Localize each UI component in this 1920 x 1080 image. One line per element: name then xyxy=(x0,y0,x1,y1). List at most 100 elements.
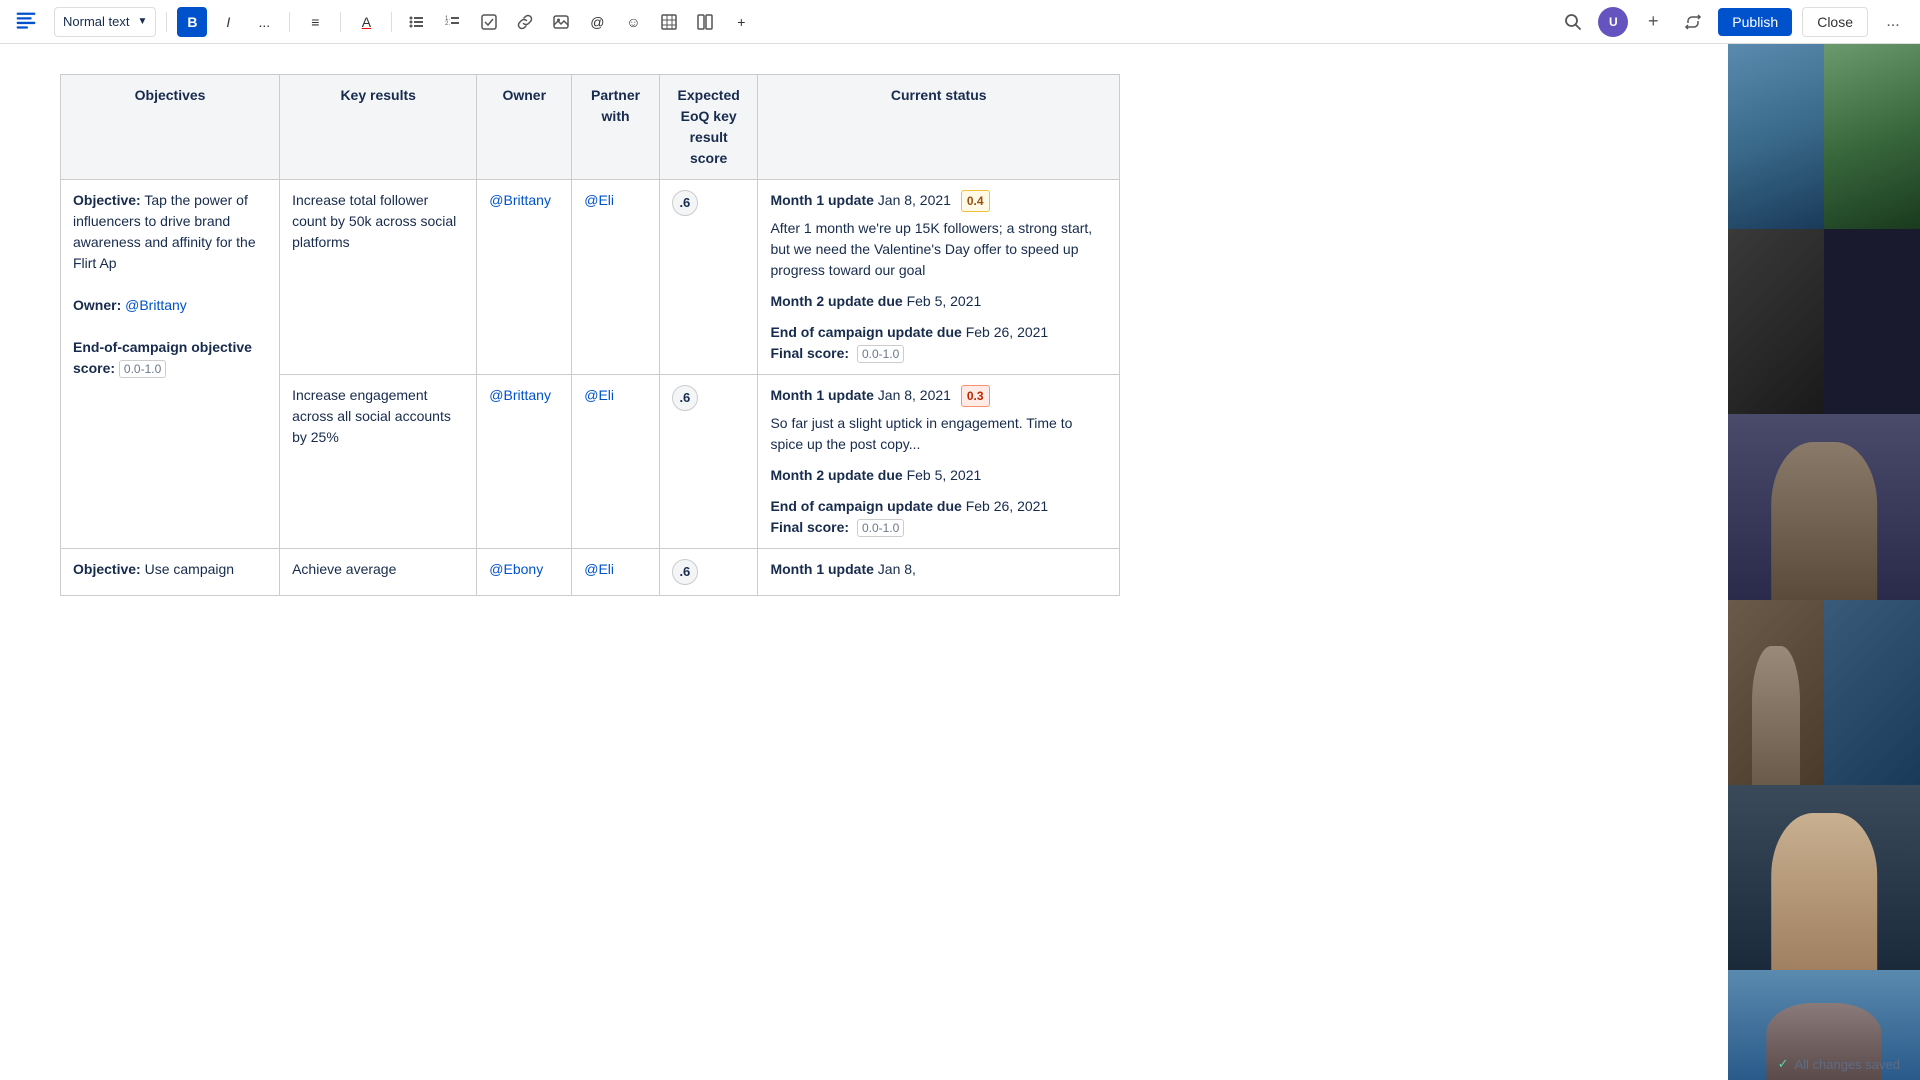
objective-label: Objective: xyxy=(73,192,141,208)
kr2-m1-date: Jan 8, 2021 xyxy=(878,387,951,403)
search-button[interactable] xyxy=(1558,7,1588,37)
insert-button[interactable]: + xyxy=(726,7,756,37)
align-button[interactable]: ≡ xyxy=(300,7,330,37)
video-cell-4-large[interactable] xyxy=(1728,414,1920,599)
kr2-final-score: Final score: 0.0-1.0 xyxy=(770,517,1107,538)
kr1-cell: Increase total follower count by 50k acr… xyxy=(280,180,477,375)
kr2-m1-label: Month 1 update xyxy=(770,387,873,403)
kr1-status: Month 1 update Jan 8, 2021 0.4 After 1 m… xyxy=(758,180,1120,375)
status-bar: ✓ All changes saved xyxy=(1758,1048,1920,1080)
kr3-expected-score: .6 xyxy=(672,559,698,585)
kr2-m1-score: 0.3 xyxy=(961,385,990,407)
kr1-final-score: Final score: 0.0-1.0 xyxy=(770,343,1107,364)
kr1-partner-mention[interactable]: @Eli xyxy=(584,192,614,208)
kr3-m1-label: Month 1 update xyxy=(770,561,873,577)
checkbox-button[interactable] xyxy=(474,7,504,37)
kr3-partner-mention[interactable]: @Eli xyxy=(584,561,614,577)
objective-cell-1: Objective: Tap the power of influencers … xyxy=(61,180,280,549)
owner-label: Owner: xyxy=(73,297,121,313)
objective-cell-2: Objective: Use campaign xyxy=(61,549,280,596)
kr1-final-score-value: 0.0-1.0 xyxy=(857,345,904,363)
bold-button[interactable]: B xyxy=(177,7,207,37)
kr1-m1-body: After 1 month we're up 15K followers; a … xyxy=(770,218,1107,281)
separator xyxy=(340,12,341,32)
link-button[interactable] xyxy=(510,7,540,37)
kr1-partner: @Eli xyxy=(572,180,660,375)
header-owner: Owner xyxy=(477,75,572,180)
text-style-dropdown[interactable]: Normal text ▼ xyxy=(54,7,156,37)
mention-button[interactable]: @ xyxy=(582,7,612,37)
kr3-m1-date: Jan 8, xyxy=(878,561,916,577)
toolbar-right: U + Publish Close ... xyxy=(1558,7,1908,37)
kr3-partner: @Eli xyxy=(572,549,660,596)
close-button[interactable]: Close xyxy=(1802,7,1868,37)
kr2-m2-label: Month 2 update due Feb 5, 2021 xyxy=(770,465,1107,486)
owner-mention[interactable]: @Brittany xyxy=(125,297,187,313)
kr3-status: Month 1 update Jan 8, xyxy=(758,549,1120,596)
numbered-list-button[interactable]: 1.2. xyxy=(438,7,468,37)
objective-2-text: Use campaign xyxy=(145,561,235,577)
table-button[interactable] xyxy=(654,7,684,37)
separator xyxy=(391,12,392,32)
kr2-status: Month 1 update Jan 8, 2021 0.3 So far ju… xyxy=(758,375,1120,549)
header-objectives: Objectives xyxy=(61,75,280,180)
editor-area[interactable]: Objectives Key results Owner Partner wit… xyxy=(0,44,1728,1080)
user-avatar[interactable]: U xyxy=(1598,7,1628,37)
app-logo xyxy=(12,8,40,36)
share-button[interactable] xyxy=(1678,7,1708,37)
publish-button[interactable]: Publish xyxy=(1718,8,1792,36)
video-cell-3[interactable] xyxy=(1728,229,1824,414)
add-button[interactable]: + xyxy=(1638,7,1668,37)
status-text: All changes saved xyxy=(1794,1057,1900,1072)
kr1-m1-date: Jan 8, 2021 xyxy=(878,192,951,208)
kr2-owner: @Brittany xyxy=(477,375,572,549)
table-row: Objective: Tap the power of influencers … xyxy=(61,180,1120,375)
kr2-cell: Increase engagement across all social ac… xyxy=(280,375,477,549)
objective-2-label: Objective: xyxy=(73,561,141,577)
kr2-partner-mention[interactable]: @Eli xyxy=(584,387,614,403)
video-panel xyxy=(1728,44,1920,1080)
kr1-m1-score: 0.4 xyxy=(961,190,990,212)
kr1-eoc-label: End of campaign update due Feb 26, 2021 xyxy=(770,322,1107,343)
kr1-expected-score: .6 xyxy=(672,190,698,216)
image-button[interactable] xyxy=(546,7,576,37)
color-button[interactable]: A xyxy=(351,7,381,37)
kr1-owner: @Brittany xyxy=(477,180,572,375)
bullet-list-button[interactable] xyxy=(402,7,432,37)
separator xyxy=(166,12,167,32)
kr2-m1-body: So far just a slight uptick in engagemen… xyxy=(770,413,1107,455)
kr1-m2-label: Month 2 update due Feb 5, 2021 xyxy=(770,291,1107,312)
check-icon: ✓ xyxy=(1778,1056,1789,1072)
more-options-button[interactable]: ... xyxy=(1878,7,1908,37)
header-status: Current status xyxy=(758,75,1120,180)
video-cell-1[interactable] xyxy=(1728,44,1824,229)
kr2-eoc-label: End of campaign update due Feb 26, 2021 xyxy=(770,496,1107,517)
kr2-owner-mention[interactable]: @Brittany xyxy=(489,387,551,403)
video-cell-2[interactable] xyxy=(1824,44,1920,229)
layout-button[interactable] xyxy=(690,7,720,37)
emoji-button[interactable]: ☺ xyxy=(618,7,648,37)
separator xyxy=(289,12,290,32)
kr3-owner-mention[interactable]: @Ebony xyxy=(489,561,543,577)
header-keyresults: Key results xyxy=(280,75,477,180)
table-row: Objective: Use campaign Achieve average … xyxy=(61,549,1120,596)
kr2-final-score-value: 0.0-1.0 xyxy=(857,519,904,537)
okr-table: Objectives Key results Owner Partner wit… xyxy=(60,74,1120,596)
video-cell-6[interactable] xyxy=(1824,600,1920,785)
chevron-down-icon: ▼ xyxy=(137,16,147,27)
main-area: Objectives Key results Owner Partner wit… xyxy=(0,44,1920,1080)
text-style-label: Normal text xyxy=(63,14,129,29)
video-cell-7-large[interactable] xyxy=(1728,785,1920,970)
eoc-score-value: 0.0-1.0 xyxy=(119,360,166,378)
kr1-m1-label: Month 1 update xyxy=(770,192,873,208)
kr2-partner: @Eli xyxy=(572,375,660,549)
more-formatting-button[interactable]: ... xyxy=(249,7,279,37)
kr1-owner-mention[interactable]: @Brittany xyxy=(489,192,551,208)
kr1-expected: .6 xyxy=(659,180,758,375)
svg-text:2.: 2. xyxy=(445,21,450,27)
video-cell-5[interactable] xyxy=(1728,600,1824,785)
kr2-expected: .6 xyxy=(659,375,758,549)
kr3-expected: .6 xyxy=(659,549,758,596)
italic-button[interactable]: I xyxy=(213,7,243,37)
kr2-expected-score: .6 xyxy=(672,385,698,411)
